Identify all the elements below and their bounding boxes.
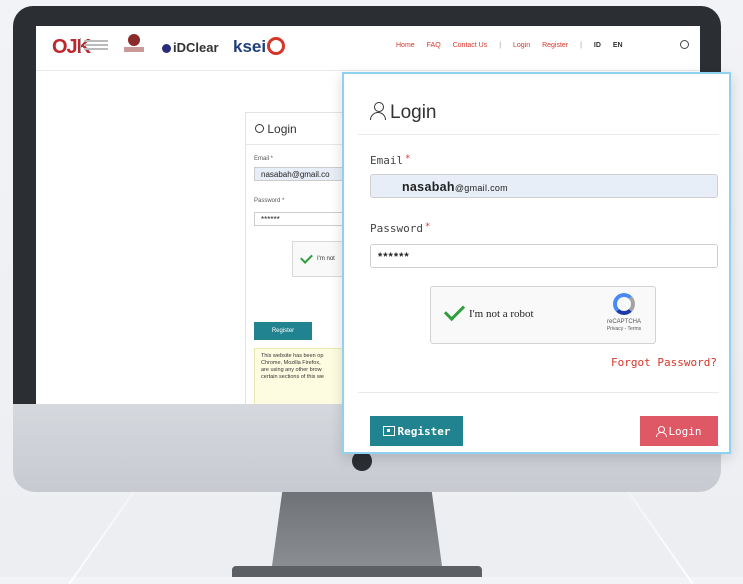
login-button[interactable]: Login [640,416,718,446]
password-label: Password * [370,222,431,235]
top-nav: Home FAQ Contact Us | Login Register | I… [396,42,633,49]
nav-home[interactable]: Home [396,42,415,49]
divider [358,392,719,393]
login-card-zoomed: Login Email * nasabah@gmail.com Password *… [342,72,731,454]
user-icon [656,426,668,437]
recaptcha-widget[interactable]: I'm not a robot reCAPTCHA Privacy - Terms [430,286,656,344]
nav-login[interactable]: Login [513,42,530,49]
recaptcha-brand: reCAPTCHA Privacy - Terms [606,319,642,332]
user-icon [370,102,387,120]
search-icon[interactable] [680,40,689,49]
ksei-ring-icon [267,37,286,55]
check-icon[interactable] [443,299,466,322]
background-login-title: Login [255,122,297,136]
divider [358,134,719,135]
idclear-logo[interactable]: iDClear [162,40,219,55]
idclear-dot-icon [162,44,171,53]
background-email-label: Email * [254,156,274,162]
forgot-password-link[interactable]: Forgot Password? [611,356,717,369]
captcha-label: I'm not a robot [469,308,534,320]
email-label: Email * [370,154,411,167]
seal-logo [124,34,144,52]
password-value: ****** [378,251,410,263]
lang-en[interactable]: EN [613,42,623,49]
nav-contact[interactable]: Contact Us [453,42,488,49]
check-icon [300,251,313,264]
user-icon [255,124,264,133]
nav-faq[interactable]: FAQ [427,42,441,49]
nav-separator: | [580,42,582,49]
monitor-stand-base [232,566,482,577]
ksei-logo[interactable]: ksei [233,37,286,57]
password-field[interactable] [370,244,718,268]
register-icon [382,426,395,436]
monitor-power-dot [352,451,372,471]
ojk-logo-subtext [80,38,111,52]
recaptcha-logo-icon [613,293,635,315]
background-password-label: Password * [254,198,285,204]
register-button[interactable]: Register [370,416,463,446]
email-value: nasabah@gmail.com [402,180,508,194]
nav-separator: | [499,42,502,49]
monitor-stand [272,492,442,566]
nav-register[interactable]: Register [542,42,568,49]
site-header: OJK iDClear ksei Home FAQ Contact Us | L… [36,26,700,71]
login-title: Login [370,102,437,124]
lang-id[interactable]: ID [594,42,601,49]
background-register-button[interactable]: Register [254,322,312,340]
